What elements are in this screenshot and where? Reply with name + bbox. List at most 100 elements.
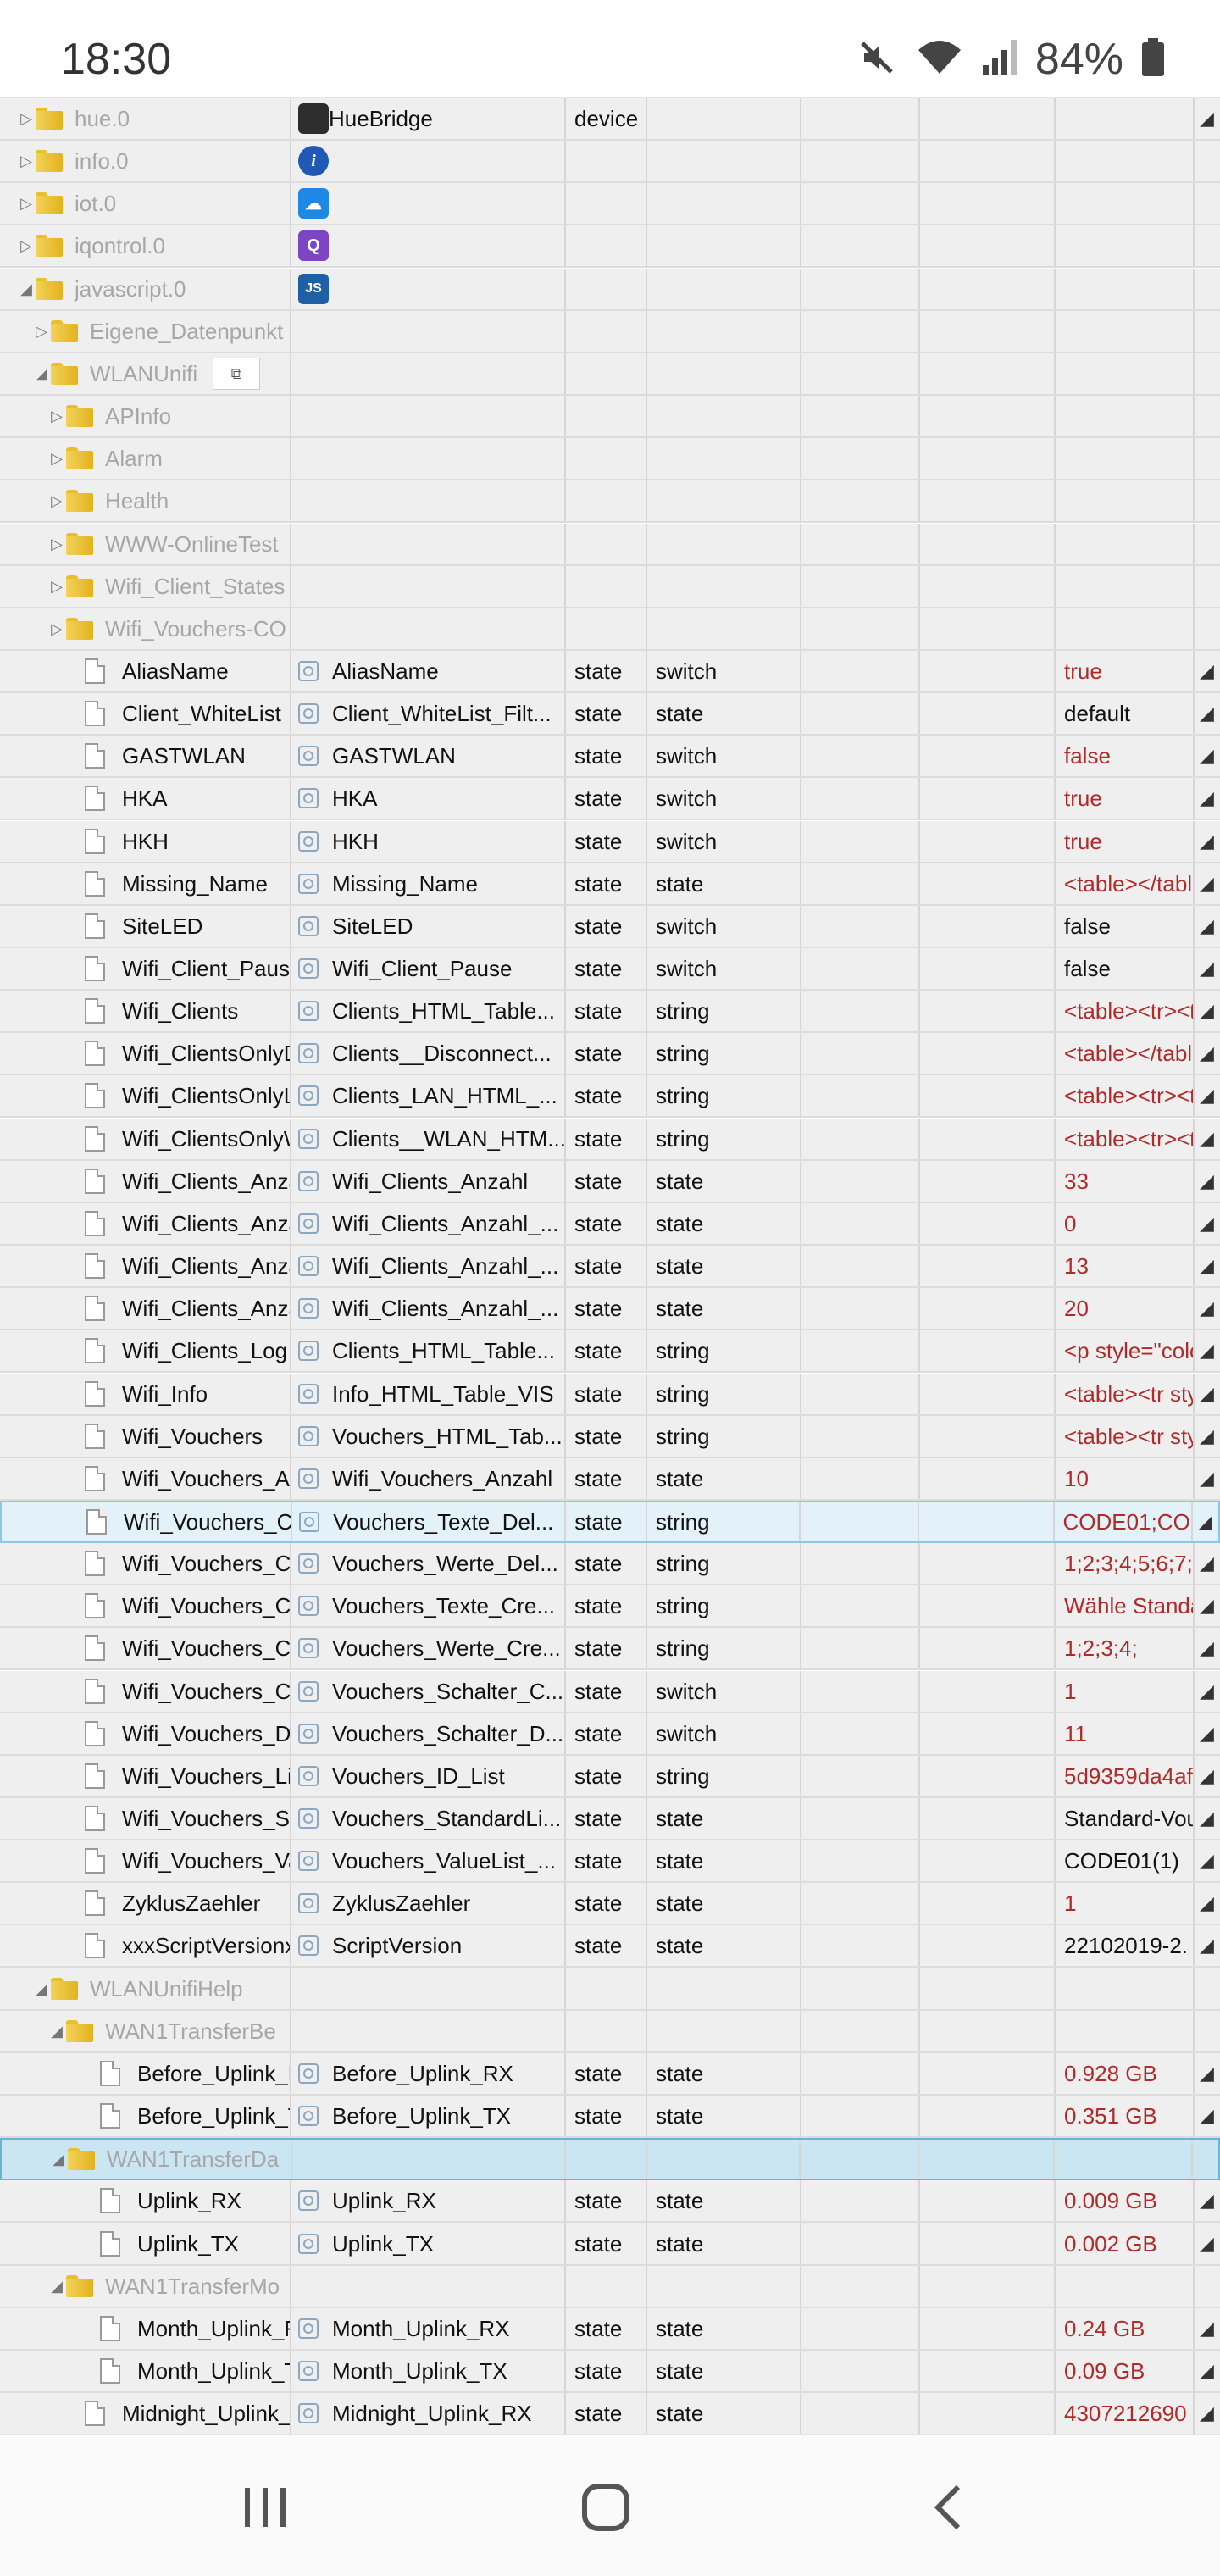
tree-state-row[interactable]: GASTWLAN GASTWLAN state switch false ◢ [0,736,1220,778]
value-cell[interactable]: <table></tabl [1056,863,1195,904]
value-cell[interactable]: 1;2;3;4;5;6;7;8 [1056,1543,1195,1584]
edit-icon[interactable]: ◢ [1200,745,1214,767]
caret-right-icon[interactable]: ▷ [17,237,36,255]
value-cell[interactable]: false [1056,736,1195,776]
caret-down-icon[interactable]: ◢ [49,2151,68,2168]
id-cell[interactable]: HKA [0,778,291,819]
id-cell[interactable]: Wifi_ClientsOnlyD [0,1033,291,1074]
tree-folder-row[interactable]: ▷ hue.0 HueBridge device ◢ [0,98,1220,141]
tree-state-row[interactable]: Wifi_Clients_Anza Wifi_Clients_Anzahl stat… [0,1161,1220,1203]
caret-right-icon[interactable]: ▷ [47,536,66,553]
edit-cell[interactable]: ◢ [1195,2223,1220,2264]
id-cell[interactable]: Wifi_ClientsOnlyW [0,1119,291,1159]
id-cell[interactable]: ▷ Wifi_Vouchers-CO [0,608,291,649]
id-cell[interactable]: Uplink_RX [0,2180,291,2221]
tree-state-row[interactable]: Wifi_Vouchers_Va Vouchers_ValueList_... st… [0,1840,1220,1883]
edit-icon[interactable]: ◢ [1200,1723,1214,1745]
tree-state-row[interactable]: Wifi_Clients_Anza Wifi_Clients_Anzahl_...… [0,1246,1220,1288]
edit-icon[interactable]: ◢ [1200,830,1214,852]
value-cell[interactable] [1056,225,1195,266]
edit-cell[interactable]: ◢ [1195,1075,1220,1116]
value-cell[interactable] [1056,311,1195,352]
caret-right-icon[interactable]: ▷ [47,620,66,638]
edit-cell[interactable]: ◢ [1195,693,1220,734]
tree-state-row[interactable]: Wifi_Vouchers_Cr Vouchers_Texte_Cre... sta… [0,1585,1220,1628]
id-cell[interactable]: Wifi_Clients_Log [0,1330,291,1371]
edit-icon[interactable]: ◢ [1200,660,1214,682]
id-cell[interactable]: Wifi_Vouchers_Li [0,1756,291,1796]
tree-state-row[interactable]: Wifi_Client_Pause Wifi_Client_Pause state s… [0,948,1220,991]
edit-icon[interactable]: ◢ [1200,1637,1214,1659]
caret-right-icon[interactable]: ▷ [17,110,36,128]
id-cell[interactable]: ▷ info.0 [0,141,291,181]
edit-cell[interactable]: ◢ [1195,1246,1220,1286]
edit-cell[interactable]: ◢ [1195,1798,1220,1839]
edit-cell[interactable]: ◢ [1195,1713,1220,1754]
tree-state-row[interactable]: Before_Uplink_T Before_Uplink_TX state stat… [0,2096,1220,2138]
edit-icon[interactable]: ◢ [1200,2105,1214,2127]
tree-state-row[interactable]: HKA HKA state switch true ◢ [0,778,1220,820]
value-cell[interactable]: 0.24 GB [1056,2308,1195,2349]
tree-state-row[interactable]: Wifi_Vouchers Vouchers_HTML_Tab... state st… [0,1416,1220,1458]
caret-right-icon[interactable]: ▷ [17,195,36,213]
value-cell[interactable]: Standard-Vou [1056,1798,1195,1839]
object-tree-table[interactable]: ▷ hue.0 HueBridge device ◢ ▷ info.0 i ▷ iot.0 ☁ ▷ iq… [0,98,1220,2434]
caret-down-icon[interactable]: ◢ [47,2023,66,2040]
value-cell[interactable]: 4307212690 [1056,2393,1195,2434]
value-cell[interactable] [1055,2140,1194,2179]
tree-folder-row[interactable]: ◢ javascript.0 JS [0,269,1220,311]
edit-icon[interactable]: ◢ [1200,1340,1214,1362]
value-cell[interactable] [1056,396,1195,436]
value-cell[interactable]: Wähle Standa [1056,1585,1195,1626]
edit-icon[interactable]: ◢ [1200,1425,1214,1447]
caret-down-icon[interactable]: ◢ [32,1980,51,1998]
value-cell[interactable]: 0.928 GB [1056,2053,1195,2094]
edit-cell[interactable]: ◢ [1195,1161,1220,1202]
id-cell[interactable]: Client_WhiteList [0,693,291,734]
tree-state-row[interactable]: Wifi_Vouchers_Ar Wifi_Vouchers_Anzahl stat… [0,1458,1220,1501]
id-cell[interactable]: ZyklusZaehler [0,1883,291,1924]
id-cell[interactable]: ▷ Wifi_Client_States [0,566,291,607]
edit-icon[interactable]: ◢ [1200,1297,1214,1319]
tree-state-row[interactable]: HKH HKH state switch true ◢ [0,821,1220,863]
edit-icon[interactable]: ◢ [1200,702,1214,724]
tree-folder-row[interactable]: ◢ WLANUnifiHelp [0,1968,1220,2011]
id-cell[interactable]: Wifi_Vouchers_Ar [0,1458,291,1499]
id-cell[interactable]: Month_Uplink_T [0,2351,291,2391]
caret-right-icon[interactable]: ▷ [47,578,66,596]
value-cell[interactable]: 11 [1056,1713,1195,1754]
value-cell[interactable] [1056,2266,1195,2307]
caret-down-icon[interactable]: ◢ [32,365,51,383]
id-cell[interactable]: Wifi_Info [0,1374,291,1414]
id-cell[interactable]: Wifi_Vouchers_De [0,1713,291,1754]
edit-cell[interactable]: ◢ [1195,1756,1220,1796]
edit-icon[interactable]: ◢ [1200,1213,1214,1235]
tree-state-row[interactable]: Wifi_ClientsOnlyL Clients_LAN_HTML_... sta… [0,1075,1220,1118]
edit-cell[interactable]: ◢ [1195,2393,1220,2434]
tree-state-row[interactable]: Wifi_Clients Clients_HTML_Table... state st… [0,991,1220,1033]
edit-icon[interactable]: ◢ [1200,1595,1214,1617]
edit-icon[interactable]: ◢ [1200,108,1214,130]
edit-cell[interactable]: ◢ [1195,1840,1220,1881]
value-cell[interactable]: false [1056,906,1195,947]
tree-state-row[interactable]: Wifi_ClientsOnlyD Clients__Disconnect... s… [0,1033,1220,1075]
id-cell[interactable]: AliasName [0,651,291,691]
id-cell[interactable]: Wifi_Clients_Anza [0,1246,291,1286]
id-cell[interactable]: Wifi_Vouchers_Va [0,1840,291,1881]
tree-folder-row[interactable]: ▷ WWW-OnlineTest [0,524,1220,566]
id-cell[interactable]: Wifi_Clients_Anza [0,1161,291,1202]
id-cell[interactable]: ▷ iqontrol.0 [0,225,291,266]
edit-cell[interactable]: ◢ [1195,1925,1220,1966]
id-cell[interactable]: GASTWLAN [0,736,291,776]
edit-cell[interactable]: ◢ [1195,2351,1220,2391]
id-cell[interactable]: Uplink_TX [0,2223,291,2264]
id-cell[interactable]: Wifi_Vouchers_Cr [0,1585,291,1626]
id-cell[interactable]: Missing_Name [0,863,291,904]
value-cell[interactable]: true [1056,778,1195,819]
edit-icon[interactable]: ◢ [1200,787,1214,809]
id-cell[interactable]: Before_Uplink_R [0,2053,291,2094]
value-cell[interactable]: default [1056,693,1195,734]
id-cell[interactable]: Wifi_Vouchers_Co [0,1543,291,1584]
id-cell[interactable]: Wifi_Clients_Anza [0,1203,291,1244]
value-cell[interactable]: true [1056,651,1195,691]
